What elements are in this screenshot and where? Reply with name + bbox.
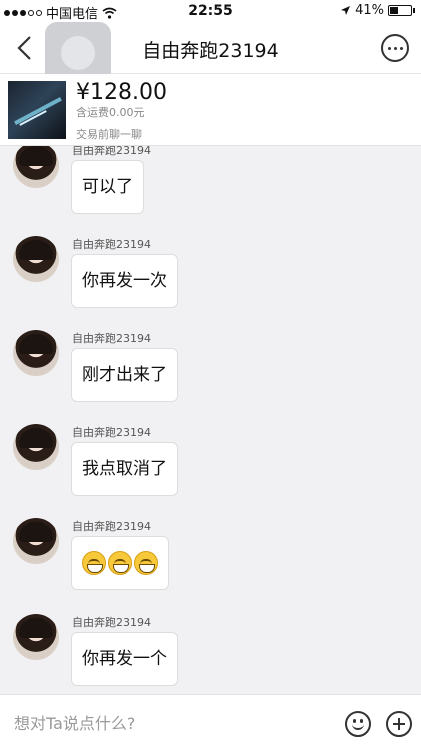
message-bubble[interactable]: 你再发一个 xyxy=(71,632,178,686)
conversation-title: 自由奔跑23194 xyxy=(142,40,279,62)
product-card[interactable]: ¥128.00 含运费0.00元 交易前聊一聊 xyxy=(0,74,421,146)
battery-percent: 41% xyxy=(355,3,384,18)
more-options-button[interactable] xyxy=(381,34,409,62)
message-bubble[interactable]: 你再发一次 xyxy=(71,254,178,308)
message-item: 自由奔跑23194 可以了 xyxy=(0,146,421,236)
avatar[interactable] xyxy=(13,614,59,660)
nav-bar: 自由奔跑23194 xyxy=(0,22,421,86)
avatar[interactable] xyxy=(13,236,59,282)
status-right: 41% xyxy=(340,3,415,18)
grin-icon xyxy=(108,551,132,575)
message-item: 自由奔跑23194 你再发一个 xyxy=(0,614,421,694)
input-bar xyxy=(0,694,421,750)
avatar[interactable] xyxy=(13,424,59,470)
message-item: 自由奔跑23194 我点取消了 xyxy=(0,424,421,518)
battery-icon xyxy=(388,5,412,16)
grin-icon xyxy=(134,551,158,575)
status-bar: 中国电信 22:55 41% xyxy=(0,0,421,22)
message-item: 自由奔跑23194 你再发一次 xyxy=(0,236,421,330)
sender-name: 自由奔跑23194 xyxy=(72,332,151,345)
message-item: 自由奔跑23194 xyxy=(0,518,421,612)
grin-icon xyxy=(82,551,106,575)
message-bubble[interactable]: 可以了 xyxy=(71,160,144,214)
sender-name: 自由奔跑23194 xyxy=(72,146,151,157)
chat-hint: 交易前聊一聊 xyxy=(76,128,142,141)
message-list[interactable]: 自由奔跑23194 可以了 自由奔跑23194 你再发一次 自由奔跑23194 … xyxy=(0,146,421,694)
message-bubble[interactable]: 我点取消了 xyxy=(71,442,178,496)
sender-name: 自由奔跑23194 xyxy=(72,238,151,251)
avatar[interactable] xyxy=(13,146,59,188)
message-item: 自由奔跑23194 刚才出来了 xyxy=(0,330,421,424)
avatar[interactable] xyxy=(13,330,59,376)
sender-name: 自由奔跑23194 xyxy=(72,426,151,439)
message-bubble[interactable] xyxy=(71,536,169,590)
sender-name: 自由奔跑23194 xyxy=(72,616,151,629)
add-attachment-button[interactable] xyxy=(386,711,412,737)
shipping-fee: 含运费0.00元 xyxy=(76,106,145,119)
message-input[interactable] xyxy=(14,707,324,739)
battery-level-fill xyxy=(390,7,399,14)
message-bubble[interactable]: 刚才出来了 xyxy=(71,348,178,402)
product-price: ¥128.00 xyxy=(76,80,167,105)
avatar[interactable] xyxy=(13,518,59,564)
emoji-picker-button[interactable] xyxy=(345,711,371,737)
sender-name: 自由奔跑23194 xyxy=(72,520,151,533)
location-arrow-icon xyxy=(341,6,351,15)
product-thumbnail[interactable] xyxy=(8,81,66,139)
